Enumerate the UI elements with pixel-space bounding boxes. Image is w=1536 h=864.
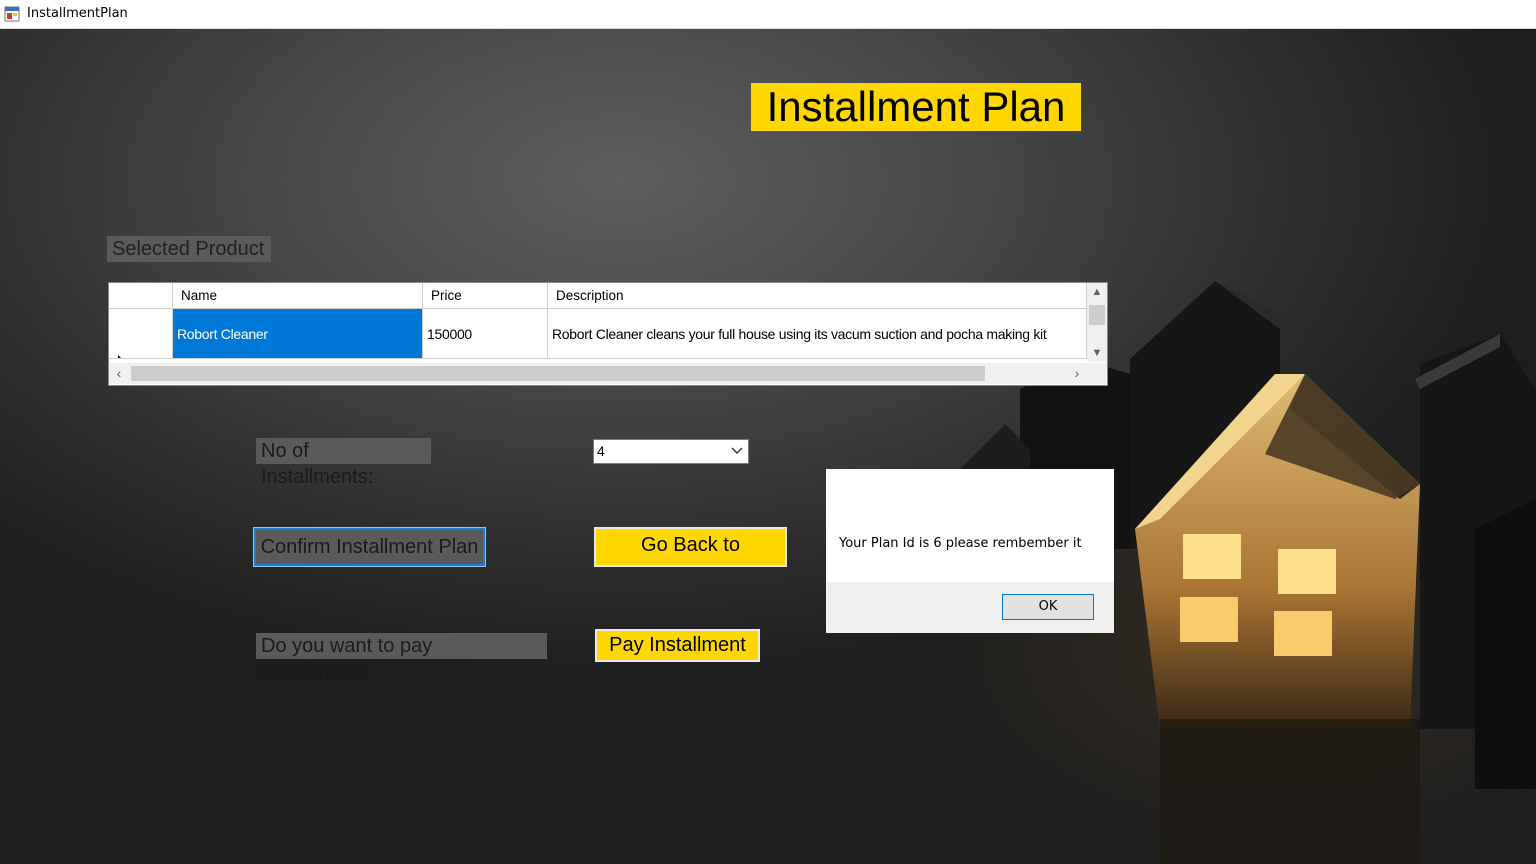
- selected-product-label: Selected Product: [107, 236, 271, 262]
- pay-installment-question-label: Do you want to pay installment?: [256, 633, 547, 683]
- product-grid[interactable]: Name Price Description Robort Cleaner 15…: [108, 282, 1108, 386]
- pay-installment-button[interactable]: Pay Installment: [595, 629, 760, 662]
- dialog-footer: OK: [826, 582, 1114, 633]
- message-dialog: Your Plan Id is 6 please rembember it OK: [826, 469, 1114, 633]
- vertical-scroll-thumb[interactable]: [1089, 305, 1105, 325]
- column-header-price[interactable]: Price: [423, 283, 548, 309]
- scroll-up-icon[interactable]: ▲: [1087, 283, 1107, 301]
- app-icon: [4, 6, 20, 22]
- dialog-message: Your Plan Id is 6 please rembember it: [839, 536, 1082, 551]
- chevron-down-icon[interactable]: [731, 444, 743, 456]
- current-row-arrow-icon: [118, 355, 124, 358]
- ok-button[interactable]: OK: [1002, 594, 1094, 620]
- houses-background-image: [960, 281, 1536, 864]
- row-header-corner: [109, 283, 173, 309]
- scroll-right-icon[interactable]: ›: [1067, 363, 1087, 384]
- go-back-button[interactable]: Go Back to: [594, 527, 787, 567]
- column-header-description[interactable]: Description: [548, 283, 1087, 309]
- cell-name[interactable]: Robort Cleaner: [173, 309, 423, 359]
- installments-selected-value: 4: [597, 443, 605, 459]
- horizontal-scrollbar[interactable]: ‹ ›: [109, 363, 1107, 384]
- installments-combobox[interactable]: 4: [593, 439, 749, 464]
- title-bar: InstallmentPlan: [0, 0, 1536, 29]
- page-heading: Installment Plan: [751, 83, 1081, 131]
- scroll-down-icon[interactable]: ▼: [1087, 344, 1107, 362]
- cell-description[interactable]: Robort Cleaner cleans your full house us…: [548, 309, 1087, 359]
- horizontal-scroll-thumb[interactable]: [131, 366, 985, 381]
- window-title: InstallmentPlan: [27, 6, 128, 21]
- scroll-left-icon[interactable]: ‹: [109, 363, 129, 384]
- cell-price[interactable]: 150000: [423, 309, 548, 359]
- confirm-installment-plan-button[interactable]: Confirm Installment Plan: [253, 527, 486, 567]
- vertical-scrollbar[interactable]: ▲ ▼: [1087, 283, 1107, 362]
- no-of-installments-label: No of Installments:: [256, 438, 431, 488]
- form-client-area: Installment Plan Selected Product Name P…: [0, 29, 1536, 864]
- row-header[interactable]: [109, 309, 173, 359]
- column-header-name[interactable]: Name: [173, 283, 423, 309]
